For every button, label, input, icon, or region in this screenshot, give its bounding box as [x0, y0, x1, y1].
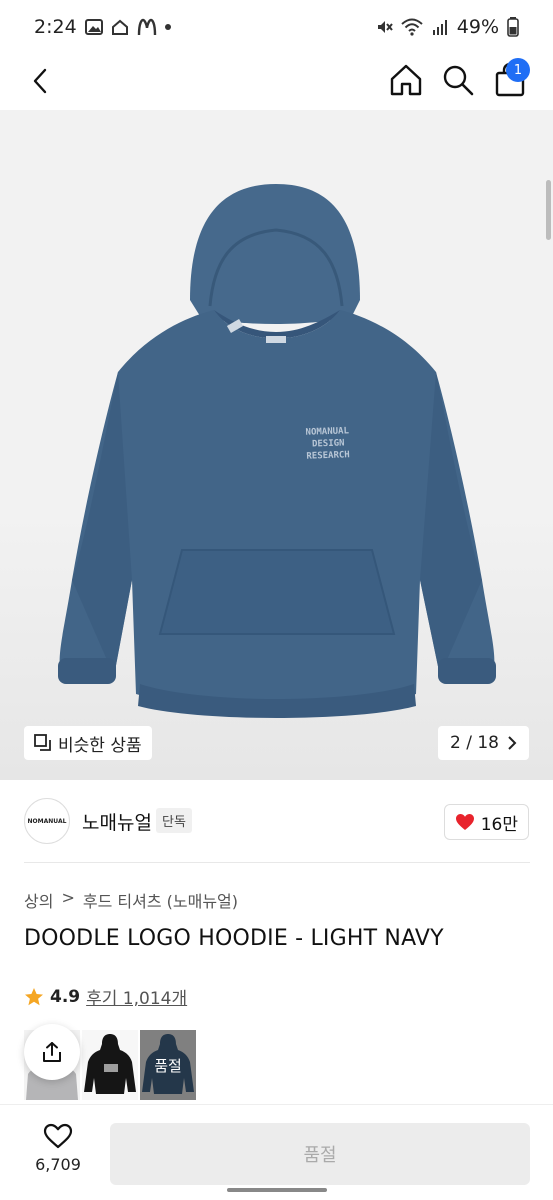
notification-dot: [164, 24, 171, 30]
image-counter: 2 / 18: [450, 733, 499, 753]
soldout-buy-button[interactable]: 품절: [110, 1123, 530, 1185]
home-indicator[interactable]: [227, 1188, 327, 1192]
hoodie-image: [58, 184, 496, 718]
brand-logo[interactable]: NOMANUAL: [24, 798, 70, 844]
bottom-action-bar: 6,709 품절: [0, 1104, 553, 1200]
status-right: 49%: [375, 16, 519, 38]
hoodie-print-line: RESEARCH: [306, 450, 350, 462]
brand-like-count: 16만: [480, 814, 518, 835]
variant-black[interactable]: [82, 1030, 138, 1100]
brand-row: NOMANUAL 노매뉴얼 단독 16만: [0, 796, 553, 852]
divider: [24, 862, 530, 863]
breadcrumb-subcategory[interactable]: 후드 티셔츠 (노매뉴얼): [83, 888, 238, 912]
exclusive-badge: 단독: [156, 808, 192, 833]
page-scrollbar[interactable]: [546, 180, 551, 240]
breadcrumb: 상의 > 후드 티셔츠 (노매뉴얼): [24, 888, 238, 912]
home-icon[interactable]: [388, 62, 424, 98]
rating-row: 4.9 후기 1,014개: [24, 984, 187, 1009]
wishlist-count: 6,709: [35, 1155, 81, 1174]
similar-products-button[interactable]: 비슷한 상품: [24, 726, 152, 760]
brand-name[interactable]: 노매뉴얼: [82, 808, 152, 835]
product-image-gallery[interactable]: NOMANUAL DESIGN RESEARCH 비슷한 상품 2 / 18: [0, 110, 553, 780]
top-navigation: [0, 54, 553, 106]
status-bar: 2:24 49%: [0, 0, 553, 54]
brand-like-button[interactable]: 16만: [443, 804, 529, 840]
chevron-right-icon: [508, 736, 517, 750]
star-icon: [25, 987, 43, 1005]
variant-light-navy[interactable]: 품절: [140, 1030, 196, 1100]
breadcrumb-separator: >: [61, 888, 75, 907]
mute-icon: [377, 21, 393, 33]
status-time: 2:24: [34, 16, 77, 38]
wishlist-button[interactable]: 6,709: [24, 1123, 92, 1174]
mcdonalds-icon: [137, 18, 156, 36]
share-button[interactable]: [24, 1024, 80, 1080]
heart-filled-icon: [455, 814, 474, 830]
image-counter-button[interactable]: 2 / 18: [438, 726, 529, 760]
wifi-icon: [401, 18, 423, 36]
search-icon[interactable]: [440, 62, 476, 98]
brand-logo-text: NOMANUAL: [27, 817, 67, 825]
copy-icon: [34, 734, 51, 751]
status-left: 2:24: [34, 16, 171, 38]
soldout-overlay: 품절: [140, 1030, 196, 1100]
similar-products-label: 비슷한 상품: [58, 735, 142, 756]
rating-score: 4.9: [50, 986, 81, 1007]
cart-count-badge: 1: [506, 58, 530, 82]
home-status-icon: [111, 19, 128, 35]
back-arrow-icon[interactable]: [24, 64, 58, 98]
product-title: DOODLE LOGO HOODIE - LIGHT NAVY: [24, 926, 444, 951]
review-count-link[interactable]: 후기 1,014개: [86, 984, 187, 1009]
hoodie-print: NOMANUAL DESIGN RESEARCH: [305, 425, 350, 462]
battery-icon: [507, 17, 519, 37]
breadcrumb-category[interactable]: 상의: [24, 888, 53, 912]
black-hoodie-thumb: [84, 1034, 136, 1094]
signal-icon: [432, 20, 447, 35]
battery-percent: 49%: [456, 16, 499, 38]
gallery-icon: [84, 19, 103, 35]
heart-outline-icon: [43, 1123, 73, 1149]
share-icon: [43, 1042, 61, 1062]
